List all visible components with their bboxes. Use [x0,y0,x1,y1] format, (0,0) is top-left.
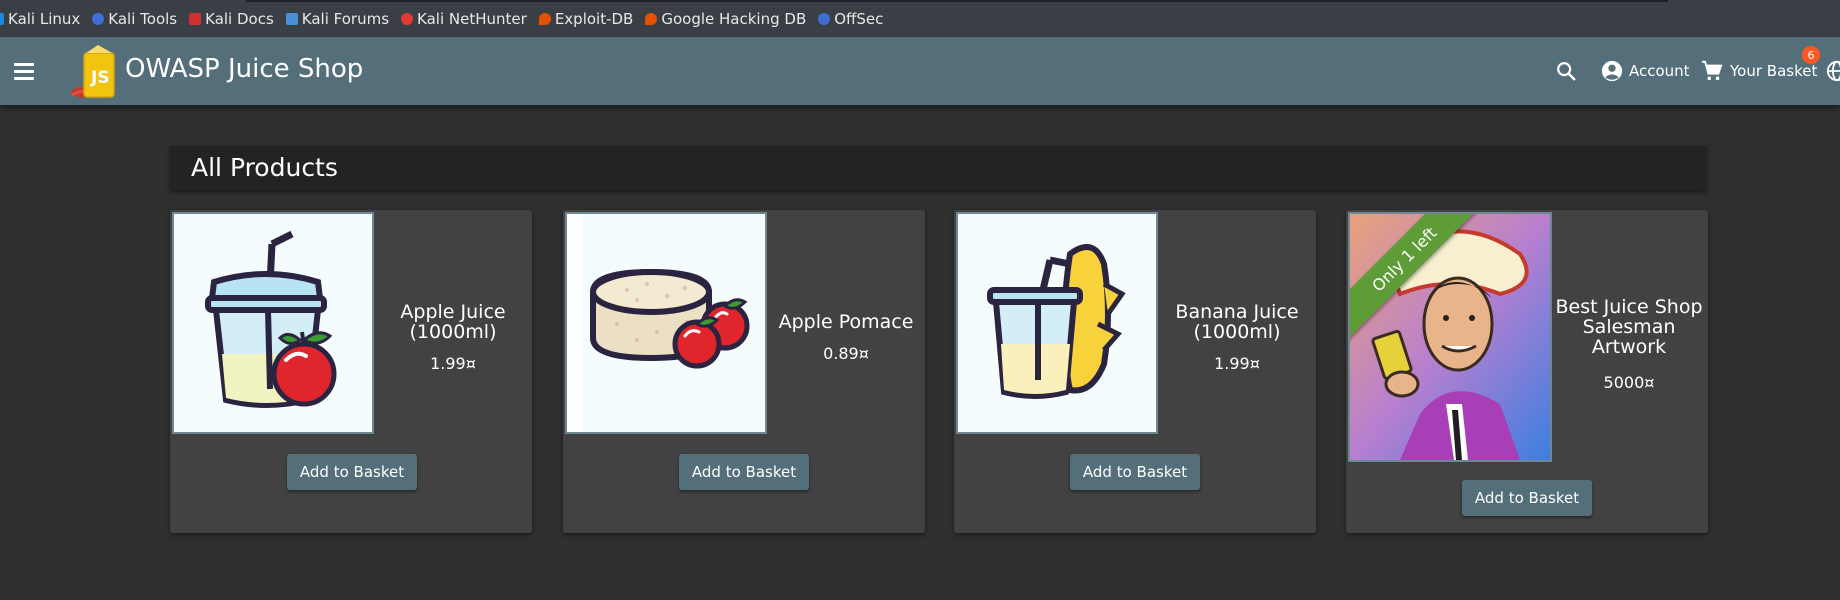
offsec-icon [818,12,831,25]
product-name: Apple Juice (1000ml) [400,301,506,343]
search-button[interactable] [1555,37,1577,105]
add-to-basket-button[interactable]: Add to Basket [1070,454,1200,490]
app-title[interactable]: OWASP Juice Shop [125,54,363,84]
product-name: Best Juice Shop Salesman Artwork [1555,296,1703,358]
bookmark-label: Exploit-DB [554,9,634,28]
all-products-header: All Products [170,146,1707,190]
bookmark-label: Kali NetHunter [417,9,527,28]
account-circle-icon [1601,60,1623,82]
basket-label: Your Basket [1730,62,1818,80]
kali-tools-icon [92,12,105,25]
product-price: 0.89¤ [823,344,869,363]
bookmark-label: OffSec [834,9,884,28]
bookmark-label: Kali Tools [108,9,178,28]
basket-count-badge: 6 [1802,46,1820,64]
account-label: Account [1629,62,1690,80]
product-price: 5000¤ [1603,373,1655,392]
basket-button[interactable]: Your Basket [1700,37,1817,105]
product-card-apple-pomace[interactable]: Apple Pomace 0.89¤ Add to Basket [563,210,925,533]
bookmark-kali-docs[interactable]: Kali Docs [189,10,274,28]
product-card-banana-juice[interactable]: Banana Juice (1000ml) 1.99¤ Add to Baske… [954,210,1316,533]
apple-pomace-image[interactable] [565,212,767,434]
language-button[interactable] [1826,37,1840,105]
bookmark-label: Google Hacking DB [661,9,807,28]
kali-nethunter-icon [401,12,414,25]
page-title: All Products [191,153,338,182]
product-info: Best Juice Shop Salesman Artwork 5000¤ [1552,297,1706,392]
kali-dragon-icon [0,12,4,25]
bookmark-google-hacking-db[interactable]: Google Hacking DB [645,10,806,28]
bookmark-kali-tools[interactable]: Kali Tools [92,10,177,28]
bookmark-exploit-db[interactable]: Exploit-DB [538,9,634,28]
product-name: Apple Pomace [778,311,914,333]
svg-text:JS: JS [90,68,110,88]
add-to-basket-button[interactable]: Add to Basket [287,454,417,490]
banana-juice-image[interactable] [956,212,1158,434]
add-to-basket-button[interactable]: Add to Basket [1462,480,1592,516]
product-info: Banana Juice (1000ml) 1.99¤ [1160,302,1314,373]
ghdb-icon [645,12,658,25]
product-name: Banana Juice (1000ml) [1175,301,1299,343]
bookmark-label: Kali Docs [205,9,274,28]
product-info: Apple Pomace 0.89¤ [769,312,923,363]
exploit-db-icon [538,12,551,25]
bookmark-label: Kali Forums [301,9,390,28]
bookmark-kali-linux[interactable]: Kali Linux [0,10,80,28]
product-price: 1.99¤ [430,354,476,373]
product-card-salesman-artwork[interactable]: Only 1 left Best Juice Shop Salesman Art… [1346,210,1708,533]
product-info: Apple Juice (1000ml) 1.99¤ [376,302,530,373]
search-icon [1557,62,1576,81]
add-to-basket-button[interactable]: Add to Basket [679,454,809,490]
product-price: 1.99¤ [1214,354,1260,373]
bookmark-kali-forums[interactable]: Kali Forums [285,9,390,28]
bookmarks-bar: Kali Linux Kali Tools Kali Docs Kali For… [0,0,1840,37]
window-top-edge [246,0,1668,2]
kali-docs-icon [189,12,202,25]
kali-forums-icon [285,12,298,25]
product-card-apple-juice[interactable]: Apple Juice (1000ml) 1.99¤ Add to Basket [170,210,532,533]
juice-shop-logo-icon[interactable]: JS [68,43,120,101]
salesman-artwork-image[interactable]: Only 1 left [1348,212,1552,462]
account-button[interactable]: Account [1601,37,1690,105]
menu-icon[interactable] [14,59,40,83]
bookmark-kali-nethunter[interactable]: Kali NetHunter [401,10,527,28]
globe-icon [1826,60,1840,82]
bookmark-offsec[interactable]: OffSec [818,10,883,28]
bookmark-label: Kali Linux [8,9,81,28]
app-toolbar: JS OWASP Juice Shop Account Your Basket … [0,37,1840,105]
apple-juice-image[interactable] [172,212,374,434]
shopping-cart-icon [1701,60,1723,81]
